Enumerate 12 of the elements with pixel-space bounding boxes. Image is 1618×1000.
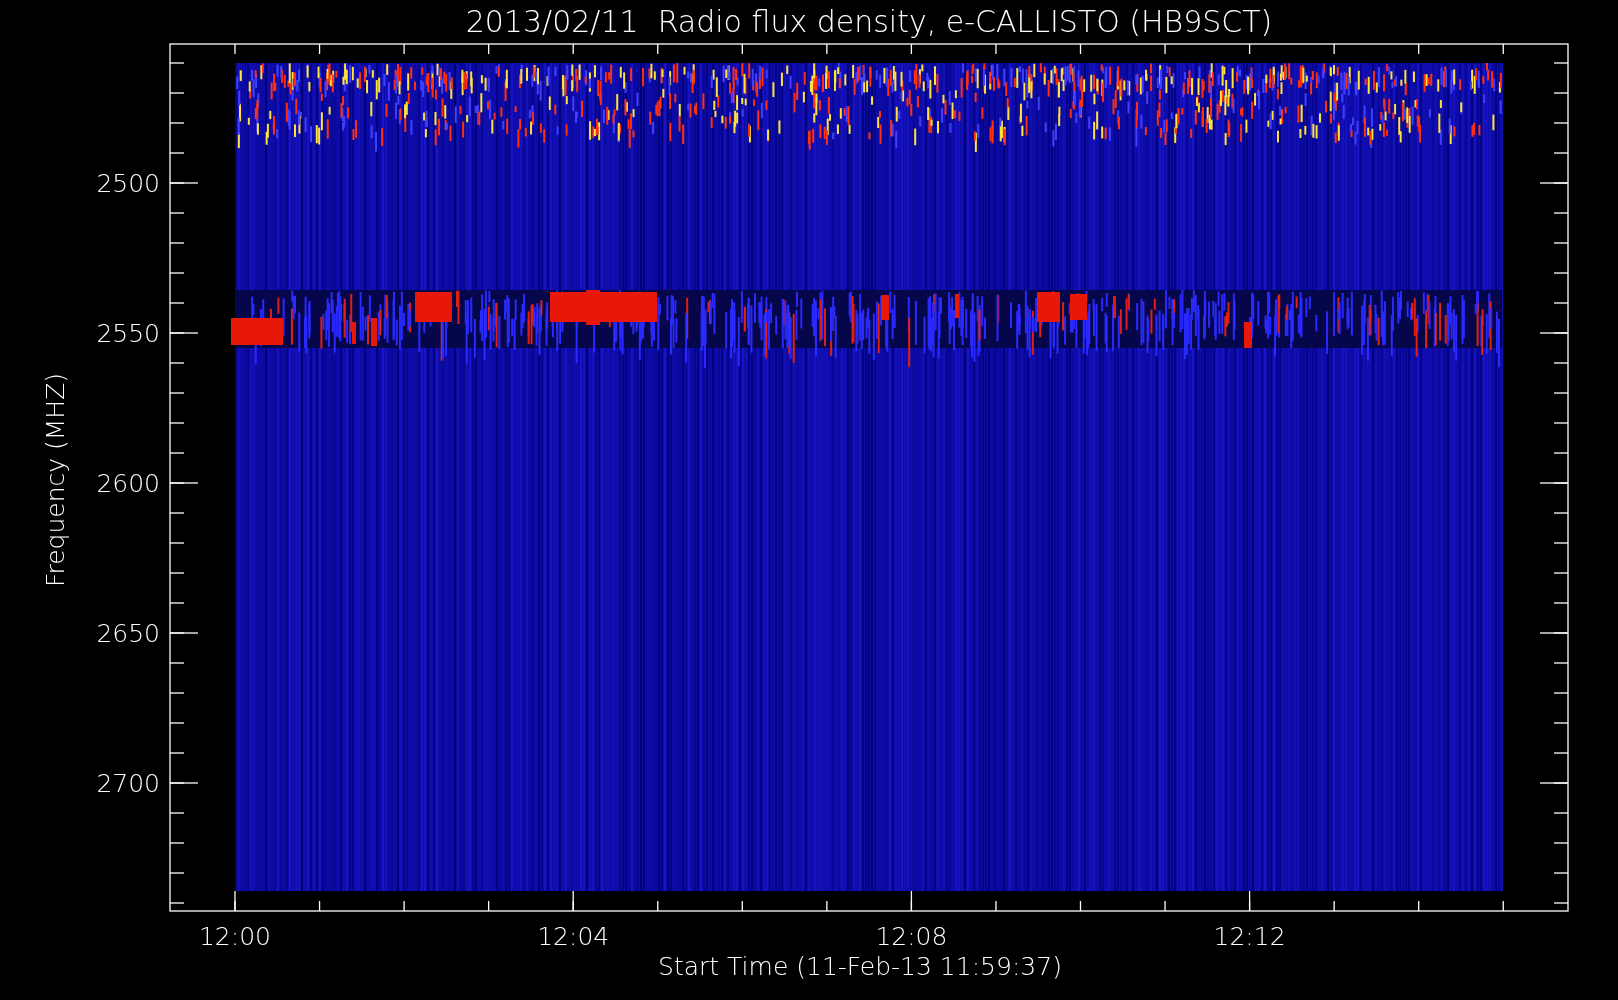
y-axis-label: Frequency (MHZ) (41, 372, 70, 588)
x-tick-label: 12:04 (537, 922, 610, 951)
y-tick-label: 2700 (96, 769, 160, 798)
x-tick-label: 12:08 (875, 922, 948, 951)
y-tick-label: 2550 (96, 319, 160, 348)
y-tick-label: 2600 (96, 469, 160, 498)
x-axis-label: Start Time (11-Feb-13 11:59:37) (658, 952, 1062, 981)
y-tick-label: 2500 (96, 169, 160, 198)
y-tick-label: 2650 (96, 619, 160, 648)
chart-title: 2013/02/11 Radio flux density, e-CALLISTO (HB9SCT) (465, 4, 1273, 39)
x-tick-label: 12:00 (199, 922, 271, 951)
x-tick-label: 12:12 (1213, 922, 1286, 951)
